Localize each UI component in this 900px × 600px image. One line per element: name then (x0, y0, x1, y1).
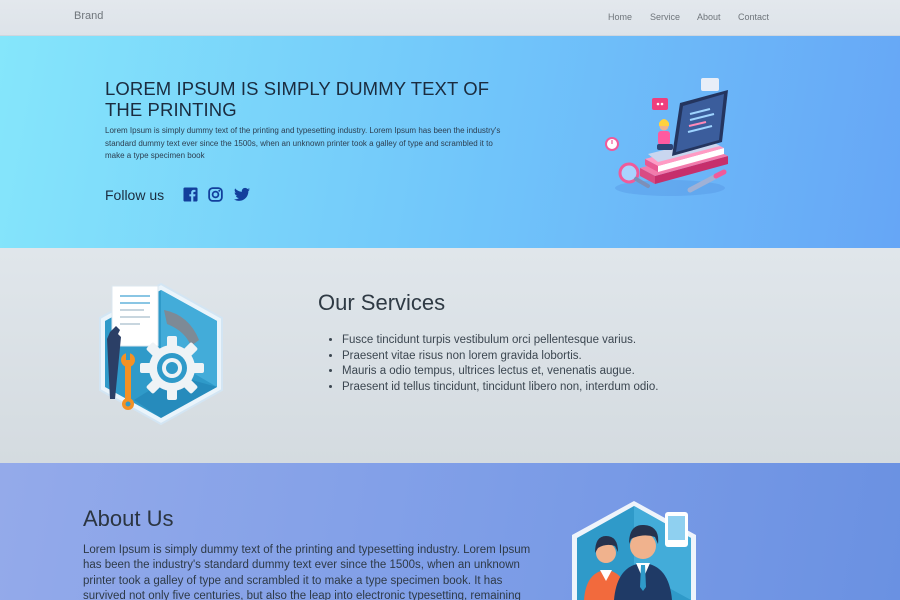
services-list-item: Mauris a odio tempus, ultrices lectus et… (342, 364, 658, 380)
about-section: About Us Lorem Ipsum is simply dummy tex… (0, 463, 900, 600)
services-title: Our Services (318, 290, 446, 315)
navbar: Brand Home Service About Contact (0, 0, 900, 36)
services-list-item: Praesent vitae risus non lorem gravida l… (342, 349, 658, 365)
brand-link[interactable]: Brand (74, 10, 103, 22)
services-list-item: Praesent id tellus tincidunt, tincidunt … (342, 380, 658, 396)
services-list: Fusce tincidunt turpis vestibulum orci p… (342, 333, 658, 395)
hero-title: LOREM IPSUM IS SIMPLY DUMMY TEXT OF THE … (105, 78, 490, 120)
about-title: About Us (83, 506, 174, 531)
about-description: Lorem Ipsum is simply dummy text of the … (83, 544, 531, 600)
nav-link-about[interactable]: About (697, 12, 721, 22)
nav-link-home[interactable]: Home (608, 12, 632, 22)
laptop-books-illustration (605, 78, 728, 196)
facebook-icon[interactable] (183, 187, 198, 202)
hero-section: LOREM IPSUM IS SIMPLY DUMMY TEXT OF THE … (0, 36, 900, 248)
services-list-item: Fusce tincidunt turpis vestibulum orci p… (342, 333, 658, 349)
follow-us-label: Follow us (105, 187, 165, 203)
services-gear-wrench-illustration (99, 282, 223, 426)
nav-link-service[interactable]: Service (650, 12, 680, 22)
instagram-icon[interactable] (208, 187, 223, 202)
twitter-icon[interactable] (234, 187, 250, 202)
hero-description: Lorem Ipsum is simply dummy text of the … (105, 126, 501, 160)
nav-link-contact[interactable]: Contact (738, 12, 769, 22)
services-section: Our Services Fusce tincidunt turpis vest… (0, 248, 900, 463)
team-people-illustration (572, 501, 696, 600)
